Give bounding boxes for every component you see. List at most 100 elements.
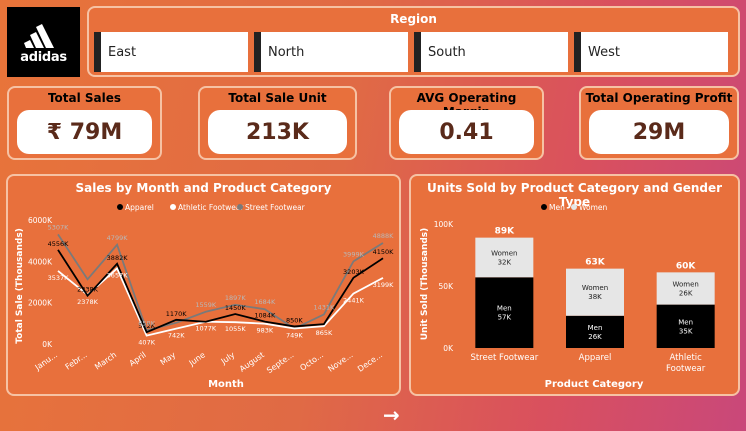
x-tick-label: Athletic: [669, 353, 702, 363]
data-label: 1084K: [254, 312, 276, 320]
y-tick-label: 100K: [434, 220, 454, 229]
segment-series-label: Men: [678, 318, 693, 326]
y-tick-label: 0K: [443, 344, 454, 353]
data-label: 3999K: [343, 250, 365, 258]
data-label: 407K: [138, 339, 155, 347]
sales-by-month-chart-panel: Sales by Month and Product Category Appa…: [6, 174, 401, 396]
y-tick-label: 2000K: [28, 299, 53, 308]
x-tick-label: Septe...: [265, 350, 295, 375]
region-title: Region: [390, 12, 437, 26]
y-tick-label: 50K: [439, 282, 455, 291]
data-label: 3203K: [343, 268, 365, 276]
segment-series-label: Women: [582, 284, 608, 292]
kpi-total-sale-unit: Total Sale Unit 213K: [198, 86, 357, 160]
kpi-title: Total Sale Unit: [228, 91, 327, 105]
x-tick-label: May: [159, 350, 178, 367]
data-label: 4888K: [373, 232, 395, 240]
data-label: 1559K: [195, 301, 217, 309]
data-label: 2441K: [343, 297, 365, 305]
y-tick-label: 0K: [42, 340, 53, 349]
x-axis-title: Product Category: [545, 379, 644, 390]
data-label: 1431K: [314, 303, 336, 311]
kpi-value: 29M: [589, 110, 729, 154]
legend-label: Street Footwear: [245, 203, 306, 212]
x-tick-label: Nove...: [326, 350, 354, 374]
kpi-total-operating-profit: Total Operating Profit 29M: [579, 86, 739, 160]
segment-value-label: 57K: [498, 314, 512, 322]
data-label: 5307K: [48, 223, 70, 231]
legend-marker: [117, 204, 123, 210]
x-tick-label: Febr...: [64, 350, 89, 371]
bar-total-label: 89K: [495, 227, 516, 237]
sales-line-chart: Apparel Athletic Footwear Street Footwear …: [15, 203, 395, 390]
data-label: 2378K: [77, 298, 99, 306]
y-axis-title: Unit Sold (Thousands): [420, 228, 430, 341]
bar-total-label: 60K: [676, 261, 697, 271]
arrow-right-icon[interactable]: →: [383, 403, 400, 427]
data-label: 1450K: [225, 304, 247, 312]
region-option-label: North: [268, 44, 305, 60]
chart-bars: Men57KWomen32K89KMen26KWomen38K63KMen35K…: [475, 227, 715, 348]
legend-label: Women: [579, 203, 607, 212]
data-label: 658K: [138, 319, 155, 327]
region-option-east[interactable]: East: [94, 32, 248, 72]
legend-marker: [571, 204, 577, 210]
data-label: 4556K: [48, 240, 70, 248]
kpi-value: 0.41: [399, 110, 534, 154]
x-tick-label: June: [187, 350, 207, 368]
y-tick-label: 4000K: [28, 257, 53, 266]
segment-value-label: 26K: [679, 289, 693, 297]
kpi-value: 213K: [208, 110, 347, 154]
x-axis-title: Month: [208, 379, 244, 390]
region-option-label: West: [588, 44, 620, 60]
chart-axes: 0K2000K4000K6000KJanu... Febr... March Apri…: [28, 216, 384, 375]
region-option-west[interactable]: West: [574, 32, 728, 72]
data-label: 3657K: [107, 271, 129, 279]
data-label: 1684K: [254, 298, 276, 306]
region-option-label: East: [108, 44, 137, 60]
chart-series: [57, 233, 384, 337]
x-tick-label: Dece...: [356, 350, 384, 373]
data-label: 1170K: [166, 310, 188, 318]
data-label: 865K: [316, 329, 333, 337]
segment-value-label: 32K: [498, 258, 512, 266]
x-tick-label: March: [93, 350, 118, 371]
legend-label: Men: [549, 203, 565, 212]
chart-title: Sales by Month and Product Category: [75, 181, 332, 195]
data-label: 2338K: [77, 286, 99, 294]
region-slicer-panel: Region East North South West: [87, 6, 740, 77]
data-label: 3882K: [107, 254, 129, 262]
x-tick-label: Octo...: [298, 350, 325, 372]
data-label: 4799K: [107, 234, 129, 242]
segment-series-label: Men: [588, 324, 603, 332]
kpi-title: Total Operating Profit: [585, 91, 733, 105]
units-sold-chart-panel: Units Sold by Product Category and Gende…: [409, 174, 740, 396]
data-label: 983K: [256, 327, 273, 335]
logo-text: adidas: [20, 49, 67, 65]
adidas-logo: adidas: [7, 7, 80, 77]
segment-series-label: Men: [497, 305, 512, 313]
segment-series-label: Women: [491, 249, 517, 257]
kpi-avg-operating-margin: AVG Operating Margin 0.41: [389, 86, 544, 160]
legend-marker: [541, 204, 547, 210]
units-stacked-bar-chart: Men Women 0K 50K 100K Street Footwear Apparel…: [420, 203, 715, 390]
kpi-total-sales: Total Sales ₹ 79M: [7, 86, 162, 160]
segment-series-label: Women: [672, 280, 698, 288]
x-tick-label: Apparel: [579, 353, 612, 363]
x-tick-label: August: [238, 350, 266, 373]
region-option-north[interactable]: North: [254, 32, 408, 72]
adidas-stripes-icon: [23, 23, 54, 48]
kpi-value: ₹ 79M: [17, 110, 152, 154]
kpi-title: Total Sales: [47, 91, 122, 105]
segment-value-label: 26K: [588, 333, 602, 341]
data-label: 1077K: [195, 325, 217, 333]
y-axis-title: Total Sale (Thousands): [15, 228, 25, 344]
data-label: 850K: [286, 316, 303, 324]
data-label: 3199K: [373, 281, 395, 289]
region-option-south[interactable]: South: [414, 32, 568, 72]
legend-marker: [170, 204, 176, 210]
legend-label: Athletic Footwear: [178, 203, 244, 212]
data-label: 4150K: [373, 248, 395, 256]
data-label: 742K: [168, 332, 185, 340]
data-label: 3537K: [48, 274, 70, 282]
